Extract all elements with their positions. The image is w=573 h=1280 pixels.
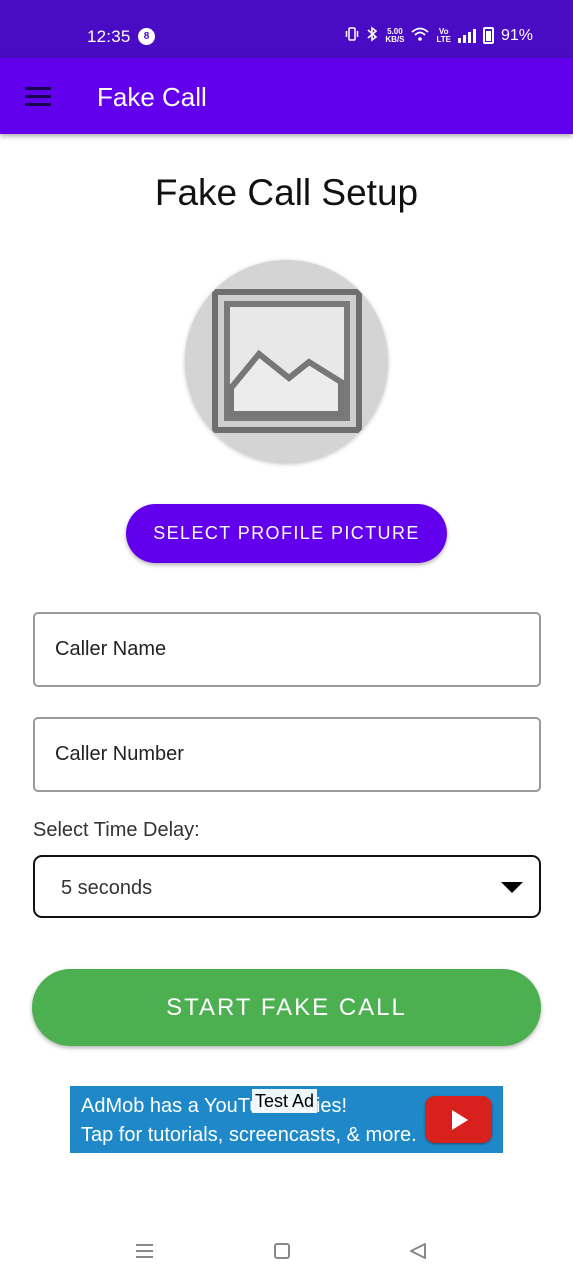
back-icon[interactable] [409,1242,427,1260]
app-title: Fake Call [97,82,207,112]
status-icons: 5.00 KB/S Vo LTE 91% [345,26,533,45]
test-ad-badge: Test Ad [252,1089,318,1113]
recents-menu-icon[interactable] [136,1244,153,1258]
app-bar: Fake Call [0,58,573,134]
signal-icon [457,28,476,43]
home-icon[interactable] [274,1243,290,1259]
profile-avatar [185,260,388,463]
wifi-icon [411,27,430,44]
dropdown-arrow-icon [501,882,523,893]
page-title: Fake Call Setup [154,172,419,213]
select-profile-picture-button[interactable]: SELECT PROFILE PICTURE [126,504,447,563]
battery-icon [482,27,494,44]
image-placeholder-icon [212,289,362,433]
status-time: 12:35 [87,27,131,46]
volte-line2: LTE [436,34,451,44]
notification-badge: 8 [138,28,155,45]
time-delay-select[interactable]: 5 seconds [33,855,541,918]
status-bar: 12:35 8 5.00 KB/S Vo LTE 91% [0,0,573,58]
network-speed: 5.00 KB/S [385,27,405,44]
vibrate-icon [345,27,359,44]
ad-text-line2: Tap for tutorials, screencasts, & more. [81,1124,417,1146]
time-delay-label: Select Time Delay: [33,819,200,841]
caller-number-input[interactable] [33,717,541,792]
network-speed-unit: KB/S [385,34,405,44]
bluetooth-icon [366,26,378,45]
volte-icon: Vo LTE [436,27,451,44]
navigation-bar [0,1215,573,1280]
caller-name-input[interactable] [33,612,541,687]
time-delay-value: 5 seconds [61,877,153,899]
hamburger-menu-icon[interactable] [25,87,51,107]
youtube-play-icon [425,1096,492,1143]
battery-percent: 91% [500,26,533,44]
start-fake-call-button[interactable]: START FAKE CALL [32,969,541,1046]
